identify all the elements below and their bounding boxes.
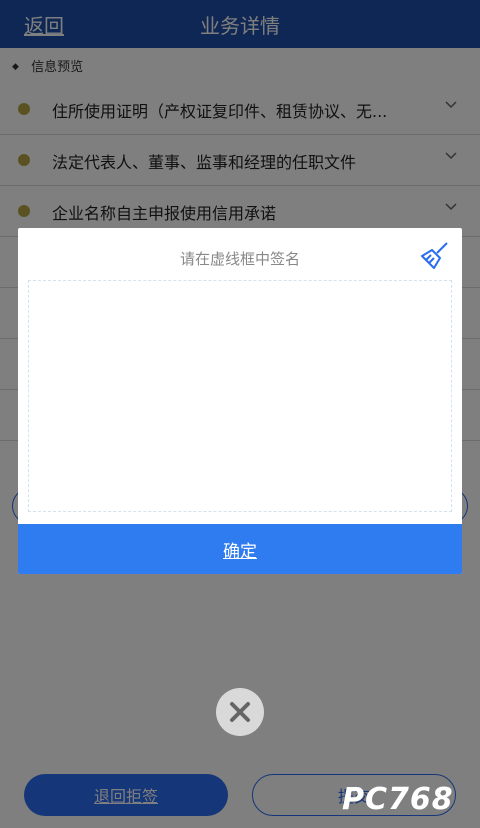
signature-canvas[interactable] bbox=[28, 280, 452, 512]
watermark-text: PC768 bbox=[342, 782, 454, 817]
close-button[interactable] bbox=[216, 688, 264, 736]
signature-dialog: 请在虚线框中签名 确定 bbox=[18, 228, 462, 574]
close-icon bbox=[230, 702, 250, 722]
broom-icon[interactable] bbox=[420, 240, 450, 270]
signature-prompt: 请在虚线框中签名 bbox=[179, 250, 300, 268]
confirm-button[interactable]: 确定 bbox=[18, 524, 462, 574]
watermark-logo: PC768 bbox=[342, 782, 472, 822]
